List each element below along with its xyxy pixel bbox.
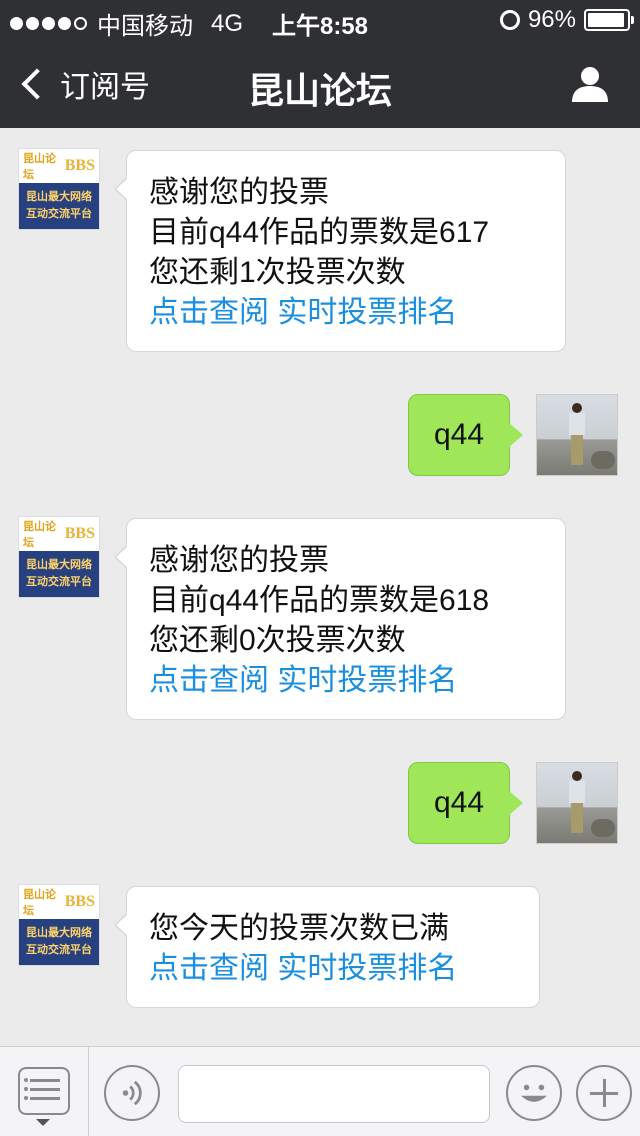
avatar-bbs-text: BBS <box>64 157 95 174</box>
nav-bar: 订阅号 昆山论坛 <box>0 40 640 128</box>
message-links: 点击查阅 实时投票排名 <box>149 661 543 701</box>
person-icon[interactable] <box>570 64 610 104</box>
message-text: q44 <box>433 418 485 451</box>
message-line: 目前q44作品的票数是618 <box>149 584 490 617</box>
view-link[interactable]: 点击查阅 <box>149 952 269 985</box>
divider <box>88 1047 89 1136</box>
message-links: 点击查阅 实时投票排名 <box>149 949 517 989</box>
official-avatar[interactable]: 昆山论坛 BBS 昆山最大网络 互动交流平台 <box>18 516 100 598</box>
message-line: 感谢您的投票 <box>149 544 329 577</box>
user-avatar[interactable] <box>536 762 618 844</box>
alarm-icon <box>499 10 520 30</box>
view-link[interactable]: 点击查阅 <box>149 296 269 329</box>
voice-input-button[interactable] <box>104 1065 160 1121</box>
page-title: 昆山论坛 <box>247 70 392 111</box>
avatar-line1: 昆山最大网络 <box>26 559 92 571</box>
avatar-bbs-text: BBS <box>64 525 95 542</box>
outgoing-message[interactable]: q44 <box>408 762 523 844</box>
message-line: 您还剩0次投票次数 <box>149 624 406 657</box>
status-bar: 中国移动 4G 上午8:58 96% <box>0 0 640 40</box>
avatar-line2: 互动交流平台 <box>26 576 92 588</box>
battery-percent: 96% <box>527 6 576 33</box>
ranking-link[interactable]: 实时投票排名 <box>277 296 457 329</box>
incoming-message[interactable]: 您今天的投票次数已满 点击查阅 实时投票排名 <box>114 886 540 1008</box>
user-avatar[interactable] <box>536 394 618 476</box>
message-line: 您今天的投票次数已满 <box>149 912 449 945</box>
official-avatar[interactable]: 昆山论坛 BBS 昆山最大网络 互动交流平台 <box>18 884 100 966</box>
avatar-brand-text: 昆山论坛 <box>23 521 56 549</box>
official-avatar[interactable]: 昆山论坛 BBS 昆山最大网络 互动交流平台 <box>18 148 100 230</box>
outgoing-message[interactable]: q44 <box>408 394 523 476</box>
avatar-line1: 昆山最大网络 <box>26 927 92 939</box>
avatar-line2: 互动交流平台 <box>26 944 92 956</box>
view-link[interactable]: 点击查阅 <box>149 664 269 697</box>
caret-down-icon <box>36 1119 50 1126</box>
message-text: q44 <box>433 786 485 819</box>
message-line: 目前q44作品的票数是617 <box>149 216 490 249</box>
incoming-message[interactable]: 感谢您的投票 目前q44作品的票数是617 您还剩1次投票次数 点击查阅 实时投… <box>114 150 566 352</box>
menu-toggle-button[interactable] <box>18 1067 70 1115</box>
avatar-bbs-text: BBS <box>64 893 95 910</box>
battery-icon <box>584 9 634 31</box>
plus-button[interactable] <box>576 1065 632 1121</box>
avatar-line2: 互动交流平台 <box>26 208 92 220</box>
message-line: 感谢您的投票 <box>149 176 329 209</box>
ranking-link[interactable]: 实时投票排名 <box>277 952 457 985</box>
status-right: 96% <box>499 6 634 34</box>
emoji-button[interactable] <box>506 1065 562 1121</box>
message-line: 您还剩1次投票次数 <box>149 256 406 289</box>
input-bar <box>0 1046 640 1136</box>
ranking-link[interactable]: 实时投票排名 <box>277 664 457 697</box>
incoming-message[interactable]: 感谢您的投票 目前q44作品的票数是618 您还剩0次投票次数 点击查阅 实时投… <box>114 518 566 720</box>
avatar-line1: 昆山最大网络 <box>26 191 92 203</box>
avatar-brand-text: 昆山论坛 <box>23 153 56 181</box>
message-input[interactable] <box>178 1065 490 1123</box>
message-links: 点击查阅 实时投票排名 <box>149 293 543 333</box>
avatar-brand-text: 昆山论坛 <box>23 889 56 917</box>
